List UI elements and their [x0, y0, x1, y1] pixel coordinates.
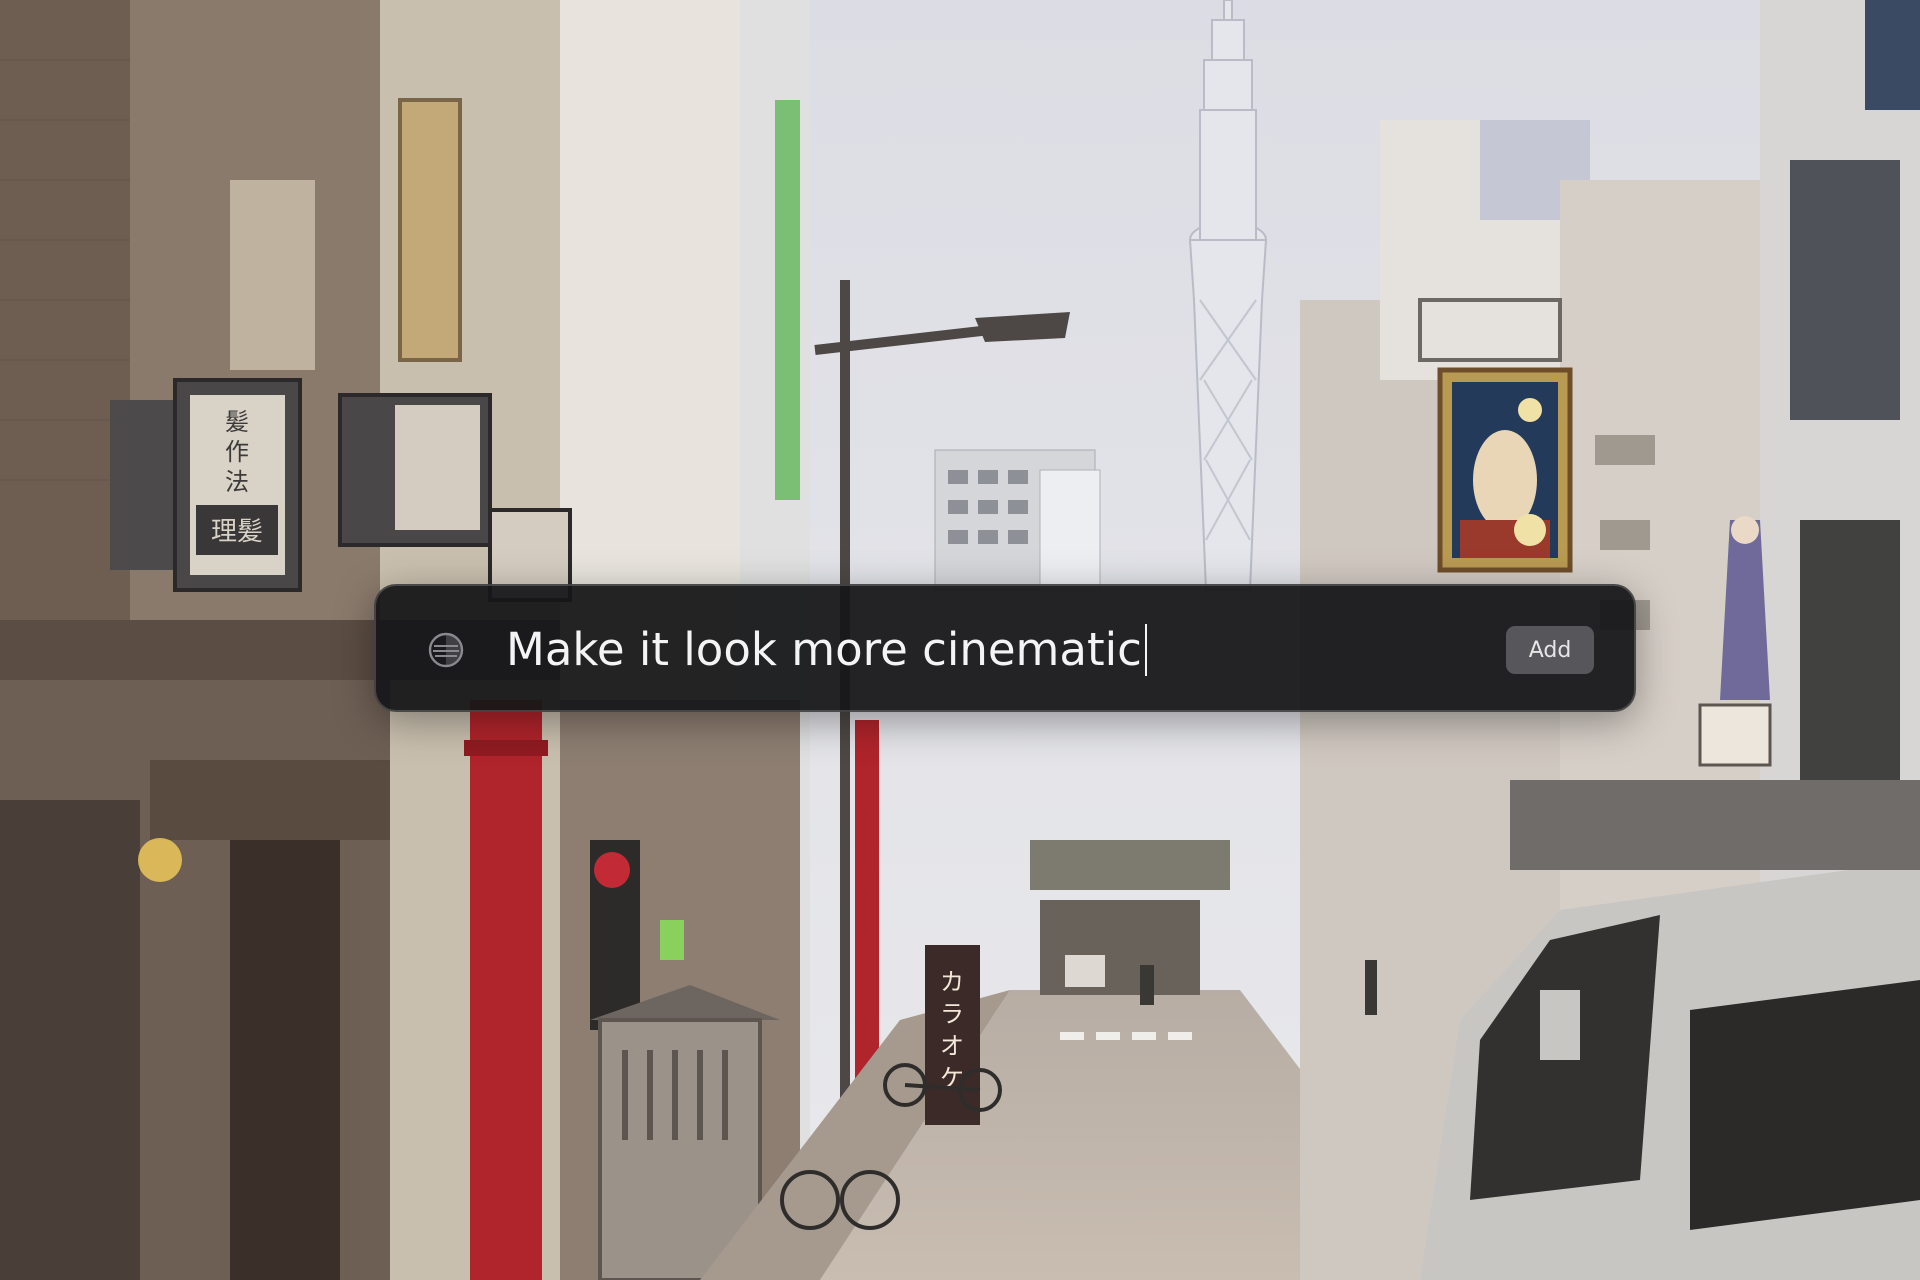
art-poster [1437, 367, 1573, 573]
add-button[interactable]: Add [1506, 626, 1594, 674]
svg-text:オ: オ [940, 1032, 964, 1060]
text-caret [1144, 624, 1147, 676]
lantern-left: 髪 作 法 理髪 [110, 378, 302, 592]
svg-text:理髪: 理髪 [211, 517, 263, 547]
prompt-bar[interactable]: Make it look more cinematic Add [374, 584, 1636, 712]
prompt-input[interactable]: Make it look more cinematic [506, 604, 1466, 696]
karaoke-sign: カ ラ オ ケ [925, 945, 980, 1125]
red-pole [470, 700, 542, 1280]
svg-text:カ: カ [940, 968, 964, 996]
svg-text:作: 作 [225, 438, 249, 466]
sparkle-circle-icon [428, 632, 464, 668]
svg-text:法: 法 [225, 468, 249, 496]
svg-text:髪: 髪 [225, 408, 249, 436]
svg-text:ラ: ラ [940, 1000, 964, 1028]
lantern-middle [338, 393, 492, 547]
prompt-text: Make it look more cinematic [506, 623, 1142, 676]
